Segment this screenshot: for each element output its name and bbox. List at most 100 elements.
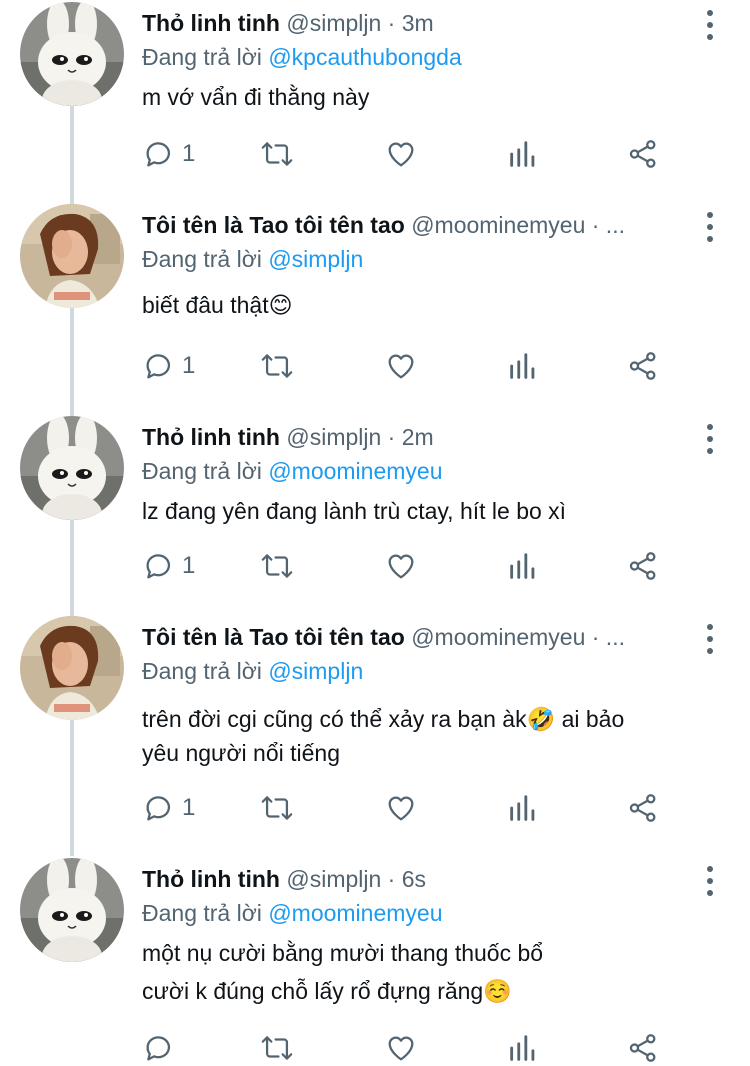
replying-to: Đang trả lời @simpljn	[142, 244, 363, 274]
retweet-icon	[261, 554, 293, 578]
mention-link[interactable]: @moominemyeu	[268, 458, 442, 484]
tweet-header: Thỏ linh tinh @simpljn · 2m	[142, 422, 690, 452]
share-icon	[629, 1034, 656, 1062]
tweet-header: Thỏ linh tinh @simpljn · 6s	[142, 864, 690, 894]
action-bar: 1	[142, 136, 682, 172]
tweet-text-line: m vớ vẩn đi thằng này	[142, 84, 370, 110]
action-bar: 1	[142, 548, 682, 584]
share-button[interactable]	[626, 348, 660, 384]
tweet[interactable]: Tôi tên là Tao tôi tên tao @moominemyeu …	[0, 614, 750, 854]
reply-count: 1	[182, 140, 196, 167]
tweet-text: biết đâu thật😊	[142, 288, 710, 322]
woman-avatar-image	[20, 204, 124, 308]
reply-button[interactable]: 1	[142, 548, 195, 584]
reply-button[interactable]: 1	[142, 790, 195, 826]
tweet-text-line: cười k đúng chỗ lấy rổ đựng răng☺️	[142, 978, 512, 1004]
analytics-icon	[510, 353, 535, 379]
retweet-button[interactable]	[260, 348, 294, 384]
like-button[interactable]	[384, 1030, 418, 1066]
display-name[interactable]: Tôi tên là Tao tôi tên tao	[142, 624, 405, 650]
like-button[interactable]	[384, 136, 418, 172]
tweet-text-line: yêu người nổi tiếng	[142, 740, 340, 766]
more-icon[interactable]	[700, 424, 720, 454]
reply-count: 1	[182, 552, 196, 579]
handle-and-time[interactable]: @moominemyeu · ...	[411, 212, 625, 238]
like-button[interactable]	[384, 348, 418, 384]
action-bar	[142, 1030, 682, 1066]
share-icon	[629, 352, 656, 380]
retweet-button[interactable]	[260, 136, 294, 172]
analytics-button[interactable]	[506, 548, 540, 584]
avatar[interactable]	[20, 616, 124, 720]
retweet-icon	[261, 796, 293, 820]
mention-link[interactable]: @moominemyeu	[268, 900, 442, 926]
handle-and-time[interactable]: @moominemyeu · ...	[411, 624, 625, 650]
analytics-button[interactable]	[506, 136, 540, 172]
reply-button[interactable]: 1	[142, 136, 195, 172]
bunny-avatar-image	[20, 2, 124, 106]
mention-link[interactable]: @simpljn	[268, 658, 363, 684]
tweet-text-line: biết đâu thật😊	[142, 292, 293, 318]
retweet-button[interactable]	[260, 1030, 294, 1066]
avatar[interactable]	[20, 416, 124, 520]
analytics-icon	[510, 1035, 535, 1061]
tweet-header: Thỏ linh tinh @simpljn · 3m	[142, 8, 690, 38]
share-button[interactable]	[626, 136, 660, 172]
retweet-icon	[261, 354, 293, 378]
avatar[interactable]	[20, 858, 124, 962]
share-button[interactable]	[626, 790, 660, 826]
tweet-text-line: lz đang yên đang lành trù ctay, hít le b…	[142, 498, 567, 524]
analytics-button[interactable]	[506, 348, 540, 384]
woman-avatar-image	[20, 616, 124, 720]
display-name[interactable]: Thỏ linh tinh	[142, 10, 280, 36]
replying-to-label: Đang trả lời	[142, 458, 262, 484]
more-icon[interactable]	[700, 624, 720, 654]
action-bar: 1	[142, 790, 682, 826]
reply-icon	[146, 1036, 171, 1061]
reply-button[interactable]	[142, 1030, 182, 1066]
display-name[interactable]: Thỏ linh tinh	[142, 424, 280, 450]
analytics-icon	[510, 553, 535, 579]
retweet-button[interactable]	[260, 790, 294, 826]
display-name[interactable]: Tôi tên là Tao tôi tên tao	[142, 212, 405, 238]
heart-icon	[388, 1036, 414, 1061]
replying-to: Đang trả lời @simpljn	[142, 656, 363, 686]
heart-icon	[388, 142, 414, 167]
more-icon[interactable]	[700, 212, 720, 242]
tweet[interactable]: Thỏ linh tinh @simpljn · 3m Đang trả lời…	[0, 0, 750, 200]
heart-icon	[388, 354, 414, 379]
reply-count: 1	[182, 794, 196, 821]
heart-icon	[388, 796, 414, 821]
retweet-button[interactable]	[260, 548, 294, 584]
replying-to: Đang trả lời @moominemyeu	[142, 898, 443, 928]
analytics-button[interactable]	[506, 1030, 540, 1066]
like-button[interactable]	[384, 548, 418, 584]
handle-and-time[interactable]: @simpljn · 3m	[286, 10, 433, 36]
tweet[interactable]: Thỏ linh tinh @simpljn · 2m Đang trả lời…	[0, 414, 750, 614]
tweet[interactable]: Tôi tên là Tao tôi tên tao @moominemyeu …	[0, 202, 750, 412]
share-button[interactable]	[626, 1030, 660, 1066]
replying-to-label: Đang trả lời	[142, 44, 262, 70]
replying-to-label: Đang trả lời	[142, 246, 262, 272]
reply-button[interactable]: 1	[142, 348, 195, 384]
avatar[interactable]	[20, 204, 124, 308]
mention-link[interactable]: @kpcauthubongda	[268, 44, 461, 70]
reply-icon	[146, 554, 171, 579]
more-icon[interactable]	[700, 10, 720, 40]
like-button[interactable]	[384, 790, 418, 826]
reply-count: 1	[182, 352, 196, 379]
handle-and-time[interactable]: @simpljn · 6s	[286, 866, 426, 892]
share-button[interactable]	[626, 548, 660, 584]
more-icon[interactable]	[700, 866, 720, 896]
action-bar: 1	[142, 348, 682, 384]
display-name[interactable]: Thỏ linh tinh	[142, 866, 280, 892]
analytics-button[interactable]	[506, 790, 540, 826]
mention-link[interactable]: @simpljn	[268, 246, 363, 272]
tweet-text-line: một nụ cười bằng mười thang thuốc bổ	[142, 940, 544, 966]
tweet-text: một nụ cười bằng mười thang thuốc bổ cườ…	[142, 934, 710, 1010]
replying-to-label: Đang trả lời	[142, 900, 262, 926]
handle-and-time[interactable]: @simpljn · 2m	[286, 424, 433, 450]
avatar[interactable]	[20, 2, 124, 106]
tweet[interactable]: Thỏ linh tinh @simpljn · 6s Đang trả lời…	[0, 856, 750, 1066]
replying-to: Đang trả lời @moominemyeu	[142, 456, 443, 486]
